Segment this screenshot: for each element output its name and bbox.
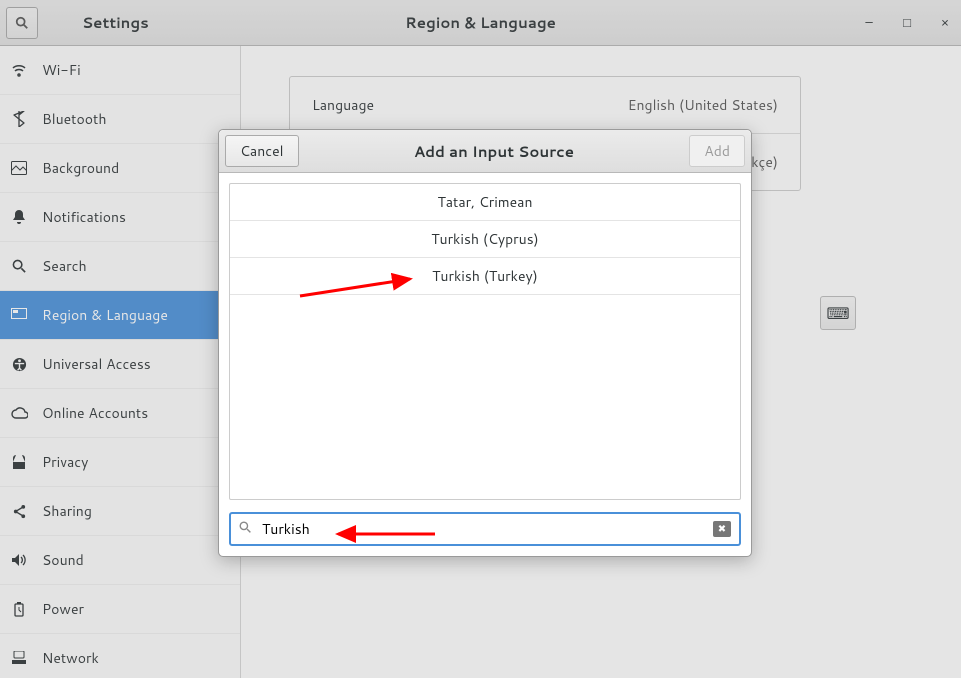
sidebar-item-privacy[interactable]: Privacy: [0, 438, 240, 487]
background-icon: [10, 161, 28, 175]
sidebar-item-label: Search: [42, 256, 87, 276]
header-search-button[interactable]: [6, 7, 38, 39]
sidebar-item-region-language[interactable]: Region & Language: [0, 291, 240, 340]
bell-icon: [10, 209, 28, 225]
sidebar-item-universal-access[interactable]: Universal Access: [0, 340, 240, 389]
close-button[interactable]: ×: [933, 11, 957, 35]
sidebar-item-network[interactable]: Network: [0, 634, 240, 678]
sidebar-item-search[interactable]: Search: [0, 242, 240, 291]
input-source-results: Tatar, Crimean Turkish (Cyprus) Turkish …: [229, 183, 741, 500]
sidebar-item-label: Wi-Fi: [42, 60, 81, 80]
sidebar-item-background[interactable]: Background: [0, 144, 240, 193]
privacy-icon: [10, 454, 28, 470]
app-title: Settings: [82, 12, 149, 33]
dialog-header: Cancel Add an Input Source Add: [219, 130, 751, 173]
sidebar-item-notifications[interactable]: Notifications: [0, 193, 240, 242]
sidebar-item-power[interactable]: Power: [0, 585, 240, 634]
sidebar-item-label: Power: [42, 599, 84, 619]
search-icon: [239, 519, 252, 539]
sidebar-item-label: Network: [42, 648, 99, 668]
sidebar-item-label: Universal Access: [42, 354, 151, 374]
clear-search-button[interactable]: ✖: [713, 521, 731, 537]
bluetooth-icon: [10, 111, 28, 127]
result-tatar-crimean[interactable]: Tatar, Crimean: [230, 184, 740, 221]
search-icon: [10, 259, 28, 274]
sidebar-item-sharing[interactable]: Sharing: [0, 487, 240, 536]
window-controls: – □ ×: [857, 11, 957, 35]
wifi-icon: [10, 62, 28, 78]
result-turkish-cyprus[interactable]: Turkish (Cyprus): [230, 221, 740, 258]
language-row[interactable]: Language English (United States): [290, 77, 800, 134]
region-icon: [10, 308, 28, 322]
sidebar-item-label: Sound: [42, 550, 84, 570]
row-value: English (United States): [628, 95, 778, 115]
share-icon: [10, 504, 28, 519]
sound-icon: [10, 553, 28, 567]
sidebar-item-label: Region & Language: [42, 305, 168, 325]
cloud-icon: [10, 406, 28, 420]
keyboard-icon: ⌨: [826, 302, 849, 325]
titlebar: Settings Region & Language – □ ×: [0, 0, 961, 46]
sidebar-item-label: Background: [42, 158, 119, 178]
sidebar-item-label: Bluetooth: [42, 109, 106, 129]
dialog-title: Add an Input Source: [414, 141, 574, 162]
cancel-button[interactable]: Cancel: [225, 135, 299, 167]
accessibility-icon: [10, 357, 28, 372]
sidebar-item-wifi[interactable]: Wi-Fi: [0, 46, 240, 95]
sidebar-item-label: Online Accounts: [42, 403, 148, 423]
power-icon: [10, 602, 28, 617]
sidebar-item-sound[interactable]: Sound: [0, 536, 240, 585]
search-icon: [15, 16, 29, 30]
input-source-search-field[interactable]: ✖: [229, 512, 741, 546]
page-title: Region & Language: [405, 12, 556, 33]
result-turkish-turkey[interactable]: Turkish (Turkey): [230, 258, 740, 295]
sidebar-item-label: Notifications: [42, 207, 126, 227]
row-label: Language: [312, 95, 374, 115]
minimize-button[interactable]: –: [857, 11, 881, 35]
add-button[interactable]: Add: [689, 135, 745, 167]
sidebar-item-label: Sharing: [42, 501, 92, 521]
sidebar-item-label: Privacy: [42, 452, 88, 472]
clear-icon: ✖: [718, 522, 726, 536]
maximize-button[interactable]: □: [895, 11, 919, 35]
sidebar-item-bluetooth[interactable]: Bluetooth: [0, 95, 240, 144]
sidebar: Wi-Fi Bluetooth Background Notifications…: [0, 46, 241, 678]
search-input[interactable]: [260, 518, 713, 540]
add-input-source-dialog: Cancel Add an Input Source Add Tatar, Cr…: [218, 129, 752, 557]
sidebar-item-online-accounts[interactable]: Online Accounts: [0, 389, 240, 438]
keyboard-layout-button[interactable]: ⌨: [820, 296, 856, 330]
network-icon: [10, 651, 28, 665]
